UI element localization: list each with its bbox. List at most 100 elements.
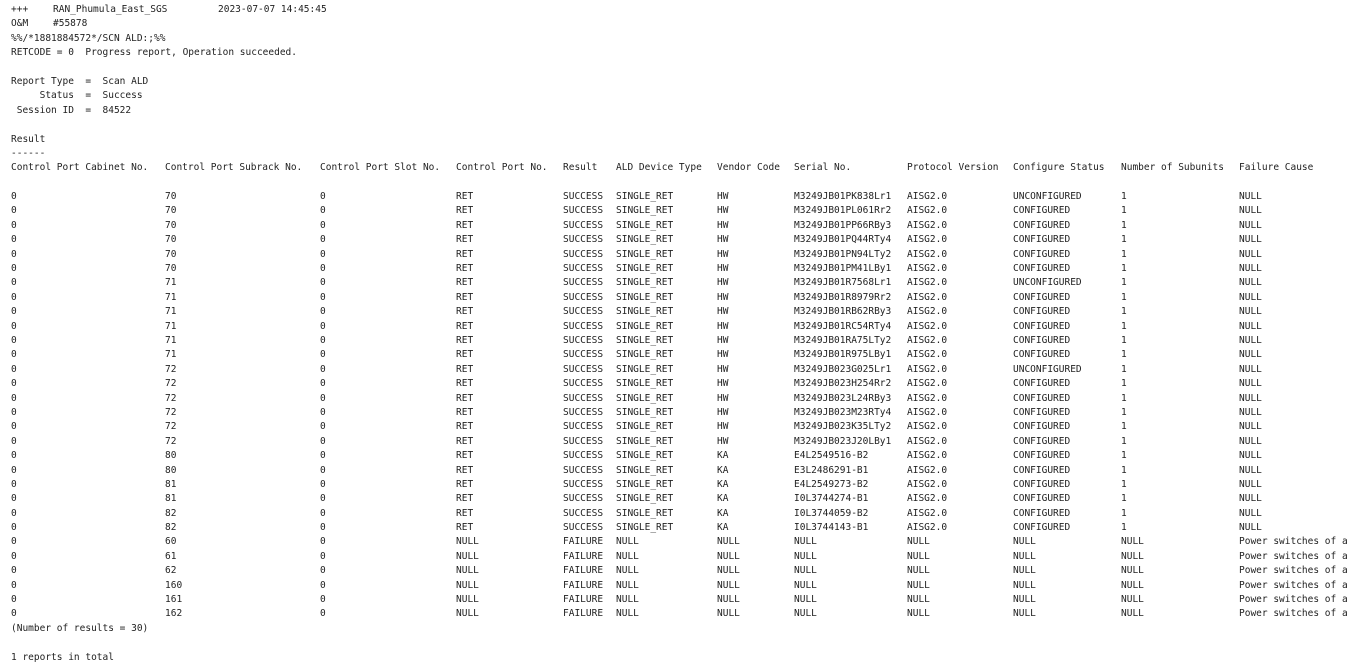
cell-result: SUCCESS	[563, 277, 604, 289]
cell-result: SUCCESS	[563, 478, 604, 490]
cell-serial: M3249JB01PN94LTy2	[794, 248, 892, 260]
cell-slot: 0	[320, 493, 326, 505]
cell-subrack: 70	[165, 219, 177, 231]
cell-failure-cause: NULL	[1239, 378, 1262, 390]
cell-serial: M3249JB023M23RTy4	[794, 406, 892, 418]
cell-result: SUCCESS	[563, 320, 604, 332]
cell-port: NULL	[456, 579, 479, 591]
cell-port: RET	[456, 263, 474, 275]
cell-failure-cause: Power switches of a	[1239, 579, 1348, 591]
cell-vendor: NULL	[717, 550, 740, 562]
cell-slot: 0	[320, 478, 326, 490]
cell-device-type: NULL	[616, 608, 639, 620]
cell-result: SUCCESS	[563, 435, 604, 447]
cell-slot: 0	[320, 507, 326, 519]
cell-subrack: 81	[165, 478, 177, 490]
cell-subrack: 70	[165, 205, 177, 217]
cell-protocol: AISG2.0	[907, 219, 948, 231]
cell-port: RET	[456, 378, 474, 390]
cell-cabinet: 0	[11, 550, 17, 562]
column-header-device-type: ALD Device Type	[616, 162, 702, 174]
cell-subrack: 71	[165, 349, 177, 361]
cell-cabinet: 0	[11, 219, 17, 231]
cell-device-type: NULL	[616, 594, 639, 606]
cell-result: SUCCESS	[563, 507, 604, 519]
cell-configure-status: CONFIGURED	[1013, 349, 1071, 361]
session-id-text: Session ID = 84522	[11, 104, 132, 116]
cell-failure-cause: NULL	[1239, 334, 1262, 346]
cell-cabinet: 0	[11, 450, 17, 462]
cell-serial: M3249JB01PL061Rr2	[794, 205, 892, 217]
cell-device-type: NULL	[616, 536, 639, 548]
cell-serial: M3249JB023J20LBy1	[794, 435, 892, 447]
cell-configure-status: CONFIGURED	[1013, 291, 1071, 303]
cell-protocol: AISG2.0	[907, 493, 948, 505]
cell-vendor: NULL	[717, 536, 740, 548]
cell-failure-cause: Power switches of a	[1239, 536, 1348, 548]
cell-subunits: NULL	[1121, 536, 1144, 548]
cell-configure-status: CONFIGURED	[1013, 334, 1071, 346]
cell-cabinet: 0	[11, 392, 17, 404]
cell-port: RET	[456, 306, 474, 318]
cell-subrack: 80	[165, 450, 177, 462]
cell-slot: 0	[320, 464, 326, 476]
table-row: 0 160 0 NULL FAILURE NULL NULL NULL NULL NULL NULL…	[11, 579, 1352, 593]
cell-configure-status: CONFIGURED	[1013, 263, 1071, 275]
cell-failure-cause: NULL	[1239, 450, 1262, 462]
cell-cabinet: 0	[11, 594, 17, 606]
cell-subrack: 71	[165, 306, 177, 318]
cell-subunits: 1	[1121, 478, 1127, 490]
cell-slot: 0	[320, 234, 326, 246]
cell-serial: M3249JB01R975LBy1	[794, 349, 892, 361]
cell-cabinet: 0	[11, 363, 17, 375]
cell-device-type: SINGLE_RET	[616, 435, 674, 447]
report-status-text: Status = Success	[11, 90, 143, 102]
table-row: 0 82 0 RET SUCCESS SINGLE_RET KA I0L3744143-B1 A…	[11, 521, 1352, 535]
cell-vendor: NULL	[717, 594, 740, 606]
cell-serial: M3249JB023H254Rr2	[794, 378, 892, 390]
table-row: 0 71 0 RET SUCCESS SINGLE_RET HW M3249JB01R7568…	[11, 276, 1352, 290]
report-timestamp: 2023-07-07 14:45:45	[218, 4, 327, 15]
cell-slot: 0	[320, 349, 326, 361]
cell-slot: 0	[320, 421, 326, 433]
cell-slot: 0	[320, 608, 326, 620]
cell-result: FAILURE	[563, 550, 604, 562]
cell-subunits: 1	[1121, 277, 1127, 289]
cell-result: SUCCESS	[563, 522, 604, 534]
cell-serial: M3249JB01RA75LTy2	[794, 334, 892, 346]
cell-port: RET	[456, 392, 474, 404]
cell-subunits: 1	[1121, 248, 1127, 260]
table-row: 0 162 0 NULL FAILURE NULL NULL NULL NULL NULL NULL…	[11, 607, 1352, 621]
cell-cabinet: 0	[11, 349, 17, 361]
cell-cabinet: 0	[11, 421, 17, 433]
cell-failure-cause: NULL	[1239, 191, 1262, 203]
cell-configure-status: NULL	[1013, 550, 1036, 562]
cell-device-type: SINGLE_RET	[616, 349, 674, 361]
cell-vendor: NULL	[717, 608, 740, 620]
cell-device-type: SINGLE_RET	[616, 464, 674, 476]
cell-subrack: 72	[165, 392, 177, 404]
cell-subrack: 80	[165, 464, 177, 476]
cell-failure-cause: NULL	[1239, 363, 1262, 375]
cell-vendor: HW	[717, 191, 729, 203]
cell-subrack: 72	[165, 421, 177, 433]
table-row: 0 60 0 NULL FAILURE NULL NULL NULL NULL NULL NULL P…	[11, 535, 1352, 549]
cell-result: SUCCESS	[563, 263, 604, 275]
cell-configure-status: CONFIGURED	[1013, 248, 1071, 260]
cell-port: RET	[456, 493, 474, 505]
cell-subunits: 1	[1121, 191, 1127, 203]
cell-subunits: 1	[1121, 363, 1127, 375]
cell-protocol: AISG2.0	[907, 478, 948, 490]
cell-failure-cause: NULL	[1239, 277, 1262, 289]
cell-device-type: SINGLE_RET	[616, 306, 674, 318]
cell-serial: E4L2549516-B2	[794, 450, 869, 462]
cell-cabinet: 0	[11, 536, 17, 548]
cell-device-type: SINGLE_RET	[616, 334, 674, 346]
cell-port: RET	[456, 248, 474, 260]
cell-failure-cause: NULL	[1239, 306, 1262, 318]
cell-configure-status: CONFIGURED	[1013, 478, 1071, 490]
cell-result: FAILURE	[563, 608, 604, 620]
cell-vendor: HW	[717, 334, 729, 346]
cell-failure-cause: Power switches of a	[1239, 565, 1348, 577]
